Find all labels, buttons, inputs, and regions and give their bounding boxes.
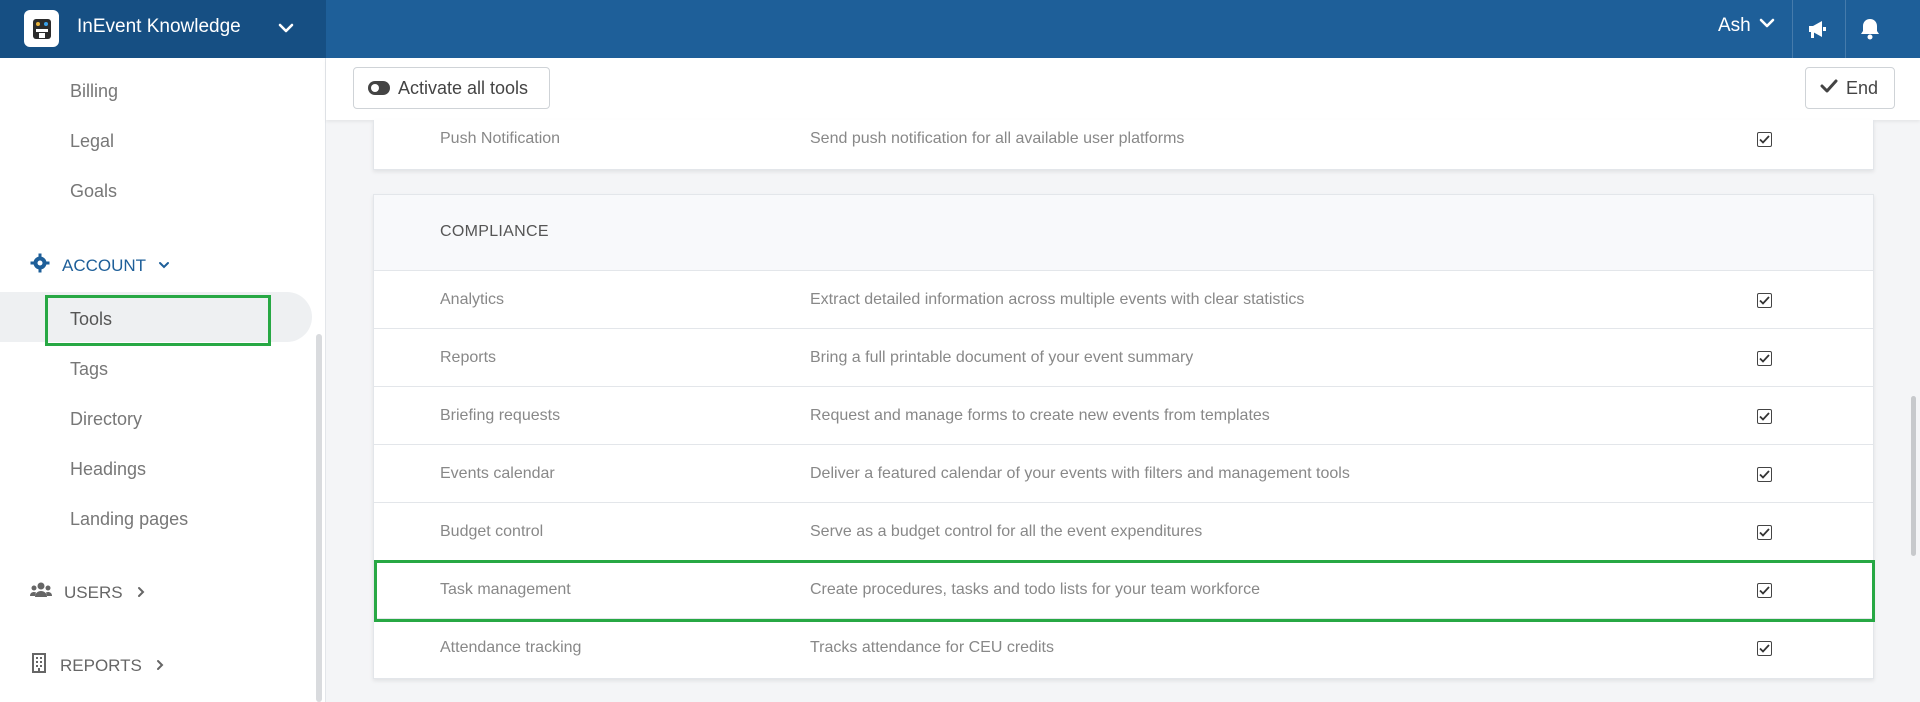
tool-checkbox[interactable] — [1757, 132, 1772, 147]
tool-checkbox[interactable] — [1757, 351, 1772, 366]
sidebar-item-tags[interactable]: Tags — [70, 359, 108, 380]
highlight-box — [374, 560, 1875, 622]
tool-description: Bring a full printable document of your … — [810, 349, 1194, 366]
tool-name: Analytics — [440, 291, 505, 308]
megaphone-icon[interactable] — [1806, 17, 1830, 46]
table-row: Attendance tracking Tracks attendance fo… — [374, 619, 1873, 677]
top-bar: InEvent Knowledge Ash — [0, 0, 1920, 58]
end-button[interactable]: End — [1805, 67, 1895, 109]
tool-checkbox[interactable] — [1757, 467, 1772, 482]
tool-name: Events calendar — [440, 465, 555, 482]
tool-description: Deliver a featured calendar of your even… — [810, 465, 1350, 482]
tool-checkbox[interactable] — [1757, 641, 1772, 656]
sidebar-section-account[interactable]: ACCOUNT — [30, 253, 170, 278]
table-row: Briefing requests Request and manage for… — [374, 387, 1873, 445]
user-name: Ash — [1718, 15, 1751, 36]
sidebar: Billing Legal Goals ACCOUNT Tools Tags D… — [0, 58, 326, 702]
card-header: COMPLIANCE — [374, 195, 1873, 271]
chevron-right-icon — [154, 656, 166, 676]
activate-all-tools-button[interactable]: Activate all tools — [353, 67, 550, 109]
section-title: COMPLIANCE — [440, 223, 549, 240]
sidebar-section-label: USERS — [64, 582, 123, 602]
toggle-icon — [368, 81, 390, 95]
table-row: Events calendar Deliver a featured calen… — [374, 445, 1873, 503]
sidebar-section-reports[interactable]: REPORTS — [30, 653, 166, 678]
user-menu[interactable]: Ash — [1718, 15, 1775, 37]
sidebar-item-goals[interactable]: Goals — [70, 181, 117, 202]
table-row: Budget control Serve as a budget control… — [374, 503, 1873, 561]
tool-description: Tracks attendance for CEU credits — [810, 639, 1054, 656]
chevron-down-icon — [158, 256, 170, 276]
users-icon — [30, 581, 52, 604]
app-title: InEvent Knowledge — [77, 16, 241, 37]
tool-name: Budget control — [440, 523, 544, 540]
brand-switcher[interactable]: InEvent Knowledge — [0, 0, 326, 58]
page-scrollbar[interactable] — [1911, 396, 1916, 556]
chevron-right-icon — [135, 583, 147, 603]
sidebar-item-directory[interactable]: Directory — [70, 409, 142, 430]
chevron-down-icon[interactable] — [278, 20, 294, 41]
tool-description: Extract detailed information across mult… — [810, 291, 1305, 308]
sidebar-item-legal[interactable]: Legal — [70, 131, 114, 152]
tool-description: Serve as a budget control for all the ev… — [810, 523, 1203, 540]
tool-name: Push Notification — [440, 130, 561, 147]
sidebar-item-landing-pages[interactable]: Landing pages — [70, 509, 188, 530]
tool-name: Attendance tracking — [440, 639, 582, 656]
bell-icon[interactable] — [1859, 17, 1881, 46]
sidebar-item-billing[interactable]: Billing — [70, 81, 118, 102]
tool-name: Reports — [440, 349, 497, 366]
tool-name: Briefing requests — [440, 407, 561, 424]
button-label: End — [1846, 77, 1879, 98]
chevron-down-icon — [1759, 15, 1775, 37]
tool-description: Request and manage forms to create new e… — [810, 407, 1270, 424]
sidebar-section-users[interactable]: USERS — [30, 581, 147, 604]
divider — [1845, 0, 1846, 58]
sidebar-section-label: ACCOUNT — [62, 255, 147, 275]
table-row: Push Notification Send push notification… — [374, 116, 1873, 166]
check-icon — [1820, 78, 1838, 99]
highlight-box — [45, 295, 271, 346]
tools-card: Push Notification Send push notification… — [373, 120, 1874, 170]
tool-checkbox[interactable] — [1757, 409, 1772, 424]
button-label: Activate all tools — [398, 77, 529, 98]
sidebar-item-headings[interactable]: Headings — [70, 459, 146, 480]
divider — [1792, 0, 1793, 58]
sidebar-scrollbar[interactable] — [316, 334, 322, 702]
sidebar-section-label: REPORTS — [60, 655, 142, 675]
building-icon — [30, 653, 48, 678]
tool-checkbox[interactable] — [1757, 525, 1772, 540]
toolbar: Activate all tools End — [326, 58, 1920, 120]
table-row: Analytics Extract detailed information a… — [374, 271, 1873, 329]
table-row: Reports Bring a full printable document … — [374, 329, 1873, 387]
app-logo — [24, 10, 59, 47]
gear-icon — [30, 253, 50, 278]
tool-description: Send push notification for all available… — [810, 130, 1185, 147]
tool-checkbox[interactable] — [1757, 293, 1772, 308]
